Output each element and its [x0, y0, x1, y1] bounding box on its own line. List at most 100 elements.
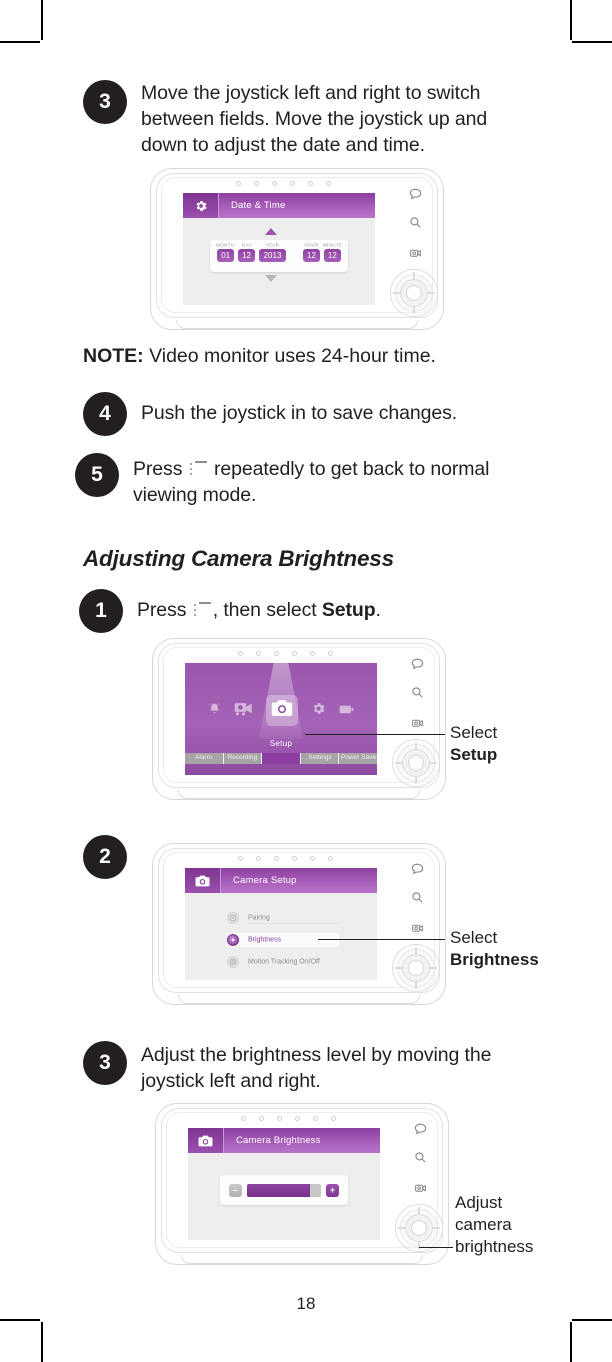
step-instruction-text: Push the joystick in to save changes.	[141, 402, 458, 424]
zoom-icon[interactable]	[409, 216, 422, 234]
field-value: 2013	[259, 249, 286, 262]
talk-icon[interactable]	[411, 861, 424, 879]
device-stand	[178, 790, 420, 799]
tab-setup[interactable]: Setup	[262, 753, 301, 764]
arrow-up-icon[interactable]	[265, 228, 277, 235]
camera-setup-icon[interactable]	[266, 695, 298, 726]
device-screen-camera-brightness: Camera Brightness – +	[188, 1128, 380, 1240]
zoom-icon[interactable]	[414, 1151, 427, 1169]
monitor-device-camera-setup: Camera Setup Pairing Brightness Motion T…	[152, 843, 446, 1005]
device-stand	[178, 995, 420, 1004]
brightness-slider-card: – +	[220, 1175, 348, 1205]
step-text-mid: , then select	[212, 599, 317, 621]
list-divider	[247, 923, 339, 924]
callout-text: Select Brightness	[450, 927, 539, 971]
step-number-badge: 2	[83, 835, 127, 879]
step-text-before: Press	[137, 599, 187, 621]
step-number-badge: 5	[75, 453, 119, 497]
zoom-icon[interactable]	[411, 686, 424, 704]
tab-alarm[interactable]: Alarm	[185, 753, 224, 764]
device-screen-datetime: Date & Time MONTH 01 DAY 12 YEAR 2013 HO…	[183, 193, 375, 305]
brightness-icon	[227, 934, 239, 946]
step-3-adjust-brightness: 3 Adjust the brightness level by moving …	[83, 1041, 533, 1094]
gear-icon	[183, 193, 219, 218]
crop-mark-bottom-left	[41, 1322, 43, 1362]
datetime-field-minute[interactable]: MINUTE 12	[323, 243, 342, 262]
recording-icon[interactable]	[234, 701, 253, 721]
step-instruction-text: Press , then select Setup.	[137, 589, 381, 623]
camera-icon	[188, 1128, 224, 1153]
list-item-label: Pairing	[248, 914, 270, 922]
crop-mark-left-bottom	[0, 1319, 40, 1321]
device-stand	[181, 1255, 423, 1264]
step-text-after: repeatedly to get back to normal viewing…	[133, 458, 490, 506]
device-button-column	[404, 186, 426, 287]
crop-mark-bottom-right	[570, 1322, 572, 1362]
callout-select-setup: Select Setup	[305, 722, 535, 772]
increase-brightness-button[interactable]: +	[326, 1183, 339, 1197]
monitor-device-camera-brightness: Camera Brightness – +	[155, 1103, 449, 1265]
step-4-save: 4 Push the joystick in to save changes.	[83, 392, 523, 436]
monitor-device-setup-menu: Setup Alarm Recording Setup Settings Pow…	[152, 638, 446, 800]
device-stand	[176, 320, 418, 329]
callout-line-2: Brightness	[450, 950, 539, 969]
screen-title-bar: Camera Setup	[185, 868, 377, 893]
callout-line-1: Select	[450, 723, 498, 742]
callout-line-3: brightness	[455, 1237, 534, 1256]
joystick-control[interactable]	[390, 269, 438, 317]
crop-mark-top-right	[570, 0, 572, 40]
alarm-icon[interactable]	[208, 702, 221, 720]
crop-mark-right-top	[572, 41, 612, 43]
led-indicator-row	[241, 1116, 336, 1121]
crop-mark-right-bottom	[572, 1319, 612, 1321]
step-number-badge: 3	[83, 80, 127, 124]
datetime-field-year[interactable]: YEAR 2013	[259, 243, 286, 262]
datetime-field-month[interactable]: MONTH 01	[217, 243, 234, 262]
zoom-icon[interactable]	[411, 891, 424, 909]
datetime-field-card: MONTH 01 DAY 12 YEAR 2013 HOUR 12 MINUTE…	[210, 240, 348, 272]
note-text: Video monitor uses 24-hour time.	[149, 345, 436, 367]
talk-icon[interactable]	[409, 186, 422, 204]
list-item-label: Brightness	[248, 936, 282, 944]
pairing-icon	[227, 912, 239, 924]
callout-leader-line	[318, 939, 445, 941]
screen-title-bar: Camera Brightness	[188, 1128, 380, 1153]
step-2-select-brightness: 2	[83, 835, 127, 879]
step-5-exit: 5 Press repeatedly to get back to normal…	[75, 453, 530, 508]
brightness-slider-track[interactable]	[247, 1183, 321, 1197]
screen-title: Camera Setup	[233, 875, 297, 886]
talk-icon[interactable]	[414, 1121, 427, 1139]
callout-text: Adjust camera brightness	[455, 1192, 533, 1258]
callout-line-1: Select	[450, 928, 498, 947]
note-line: NOTE: Video monitor uses 24-hour time.	[83, 343, 436, 369]
decrease-brightness-button[interactable]: –	[229, 1183, 242, 1197]
datetime-field-day[interactable]: DAY 12	[238, 243, 255, 262]
tab-label: Recording	[227, 753, 258, 762]
led-indicator-row	[238, 651, 333, 656]
menu-list-icon	[193, 602, 211, 619]
list-item-pairing[interactable]: Pairing	[227, 911, 339, 925]
callout-text: Select Setup	[450, 722, 497, 766]
crop-mark-top-left	[41, 0, 43, 40]
callout-adjust-brightness: Adjust camera brightness	[419, 1192, 612, 1267]
power-save-icon[interactable]	[339, 702, 354, 720]
callout-line-2: Setup	[450, 745, 498, 764]
monitor-device-datetime: Date & Time MONTH 01 DAY 12 YEAR 2013 HO…	[150, 168, 444, 330]
step-number-badge: 4	[83, 392, 127, 436]
talk-icon[interactable]	[411, 656, 424, 674]
led-indicator-row	[238, 856, 333, 861]
screen-title: Camera Brightness	[236, 1135, 321, 1146]
section-heading: Adjusting Camera Brightness	[83, 546, 394, 571]
screen-body: MONTH 01 DAY 12 YEAR 2013 HOUR 12 MINUTE…	[183, 218, 375, 305]
video-camera-icon[interactable]	[409, 246, 422, 264]
arrow-down-icon[interactable]	[265, 275, 277, 282]
settings-gear-icon[interactable]	[311, 701, 326, 721]
list-item-label: Motion Tracking On/Off	[248, 958, 320, 966]
screen-body: – +	[188, 1153, 380, 1240]
datetime-field-hour[interactable]: HOUR 12	[303, 243, 320, 262]
manual-page: 3 Move the joystick left and right to sw…	[0, 0, 612, 1362]
tab-recording[interactable]: Recording	[223, 753, 263, 764]
step-number-badge: 1	[79, 589, 123, 633]
note-label: NOTE:	[83, 345, 144, 367]
callout-line-2: camera	[455, 1215, 512, 1234]
